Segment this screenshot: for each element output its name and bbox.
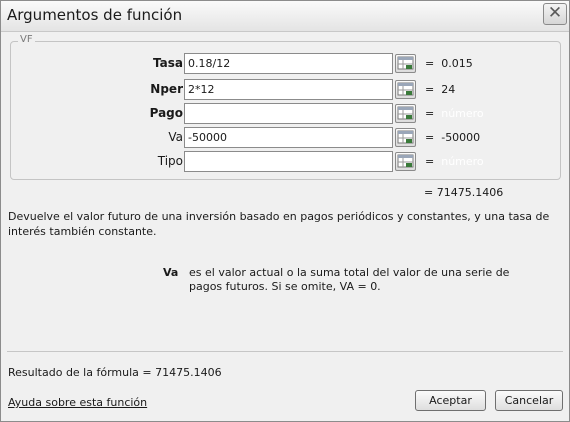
- function-name-label: VF: [18, 34, 35, 45]
- function-arguments-dialog: Argumentos de función ✕ VF Tasa = 0.015: [0, 0, 570, 422]
- equals-sign: =: [425, 107, 435, 120]
- range-select-button-nper[interactable]: [395, 80, 416, 99]
- ok-button[interactable]: Aceptar: [415, 390, 486, 411]
- help-link[interactable]: Ayuda sobre esta función: [8, 396, 147, 409]
- separator: [7, 351, 563, 352]
- range-select-icon: [397, 130, 414, 144]
- argument-value-nper: = 24: [425, 83, 455, 96]
- equals-sign: =: [425, 83, 435, 96]
- range-select-button-tasa[interactable]: [395, 54, 416, 73]
- range-select-button-va[interactable]: [395, 128, 416, 147]
- equals-sign: =: [425, 57, 435, 70]
- argument-label-tipo: Tipo: [157, 154, 183, 168]
- argument-row-nper: Nper = 24: [11, 79, 560, 101]
- argument-row-tipo: Tipo = número: [11, 151, 560, 173]
- argument-label-tasa: Tasa: [153, 56, 183, 70]
- argument-label-pago: Pago: [149, 106, 183, 120]
- argument-evaluated-value: 24: [441, 83, 456, 96]
- range-select-icon: [397, 56, 414, 70]
- formula-result: Resultado de la fórmula = 71475.1406: [8, 366, 222, 379]
- argument-label-nper: Nper: [150, 82, 183, 96]
- equals-sign: =: [425, 155, 435, 168]
- range-select-icon: [397, 154, 414, 168]
- argument-input-pago[interactable]: [184, 103, 393, 124]
- dialog-title: Argumentos de función: [7, 6, 183, 24]
- current-argument-name: Va: [163, 266, 179, 279]
- argument-input-nper[interactable]: [184, 79, 393, 100]
- title-bar[interactable]: Argumentos de función ✕: [1, 1, 569, 32]
- range-select-button-pago[interactable]: [395, 104, 416, 123]
- function-arguments-group: VF Tasa = 0.015 Nper: [10, 34, 561, 180]
- range-select-icon: [397, 106, 414, 120]
- argument-row-tasa: Tasa = 0.015: [11, 53, 560, 75]
- cancel-button[interactable]: Cancelar: [495, 390, 563, 411]
- argument-input-tipo[interactable]: [184, 151, 393, 172]
- close-button[interactable]: ✕: [543, 3, 567, 25]
- argument-value-tasa: = 0.015: [425, 57, 473, 70]
- argument-value-va: = -50000: [425, 131, 480, 144]
- argument-evaluated-value: número: [441, 155, 484, 168]
- argument-row-pago: Pago = número: [11, 103, 560, 125]
- current-argument-help: es el valor actual o la suma total del v…: [189, 266, 510, 293]
- argument-evaluated-value: -50000: [441, 131, 481, 144]
- range-select-icon: [397, 82, 414, 96]
- argument-label-va: Va: [168, 130, 183, 144]
- argument-input-tasa[interactable]: [184, 53, 393, 74]
- argument-evaluated-value: 0.015: [441, 57, 473, 70]
- function-description: Devuelve el valor futuro de una inversió…: [8, 210, 550, 238]
- argument-value-pago: = número: [425, 107, 484, 120]
- argument-row-va: Va = -50000: [11, 127, 560, 149]
- equals-sign: =: [425, 131, 435, 144]
- range-select-button-tipo[interactable]: [395, 152, 416, 171]
- argument-value-tipo: = número: [425, 155, 484, 168]
- close-icon: ✕: [547, 3, 563, 23]
- argument-evaluated-value: número: [441, 107, 484, 120]
- argument-input-va[interactable]: [184, 127, 393, 148]
- function-result-value: = 71475.1406: [424, 186, 504, 199]
